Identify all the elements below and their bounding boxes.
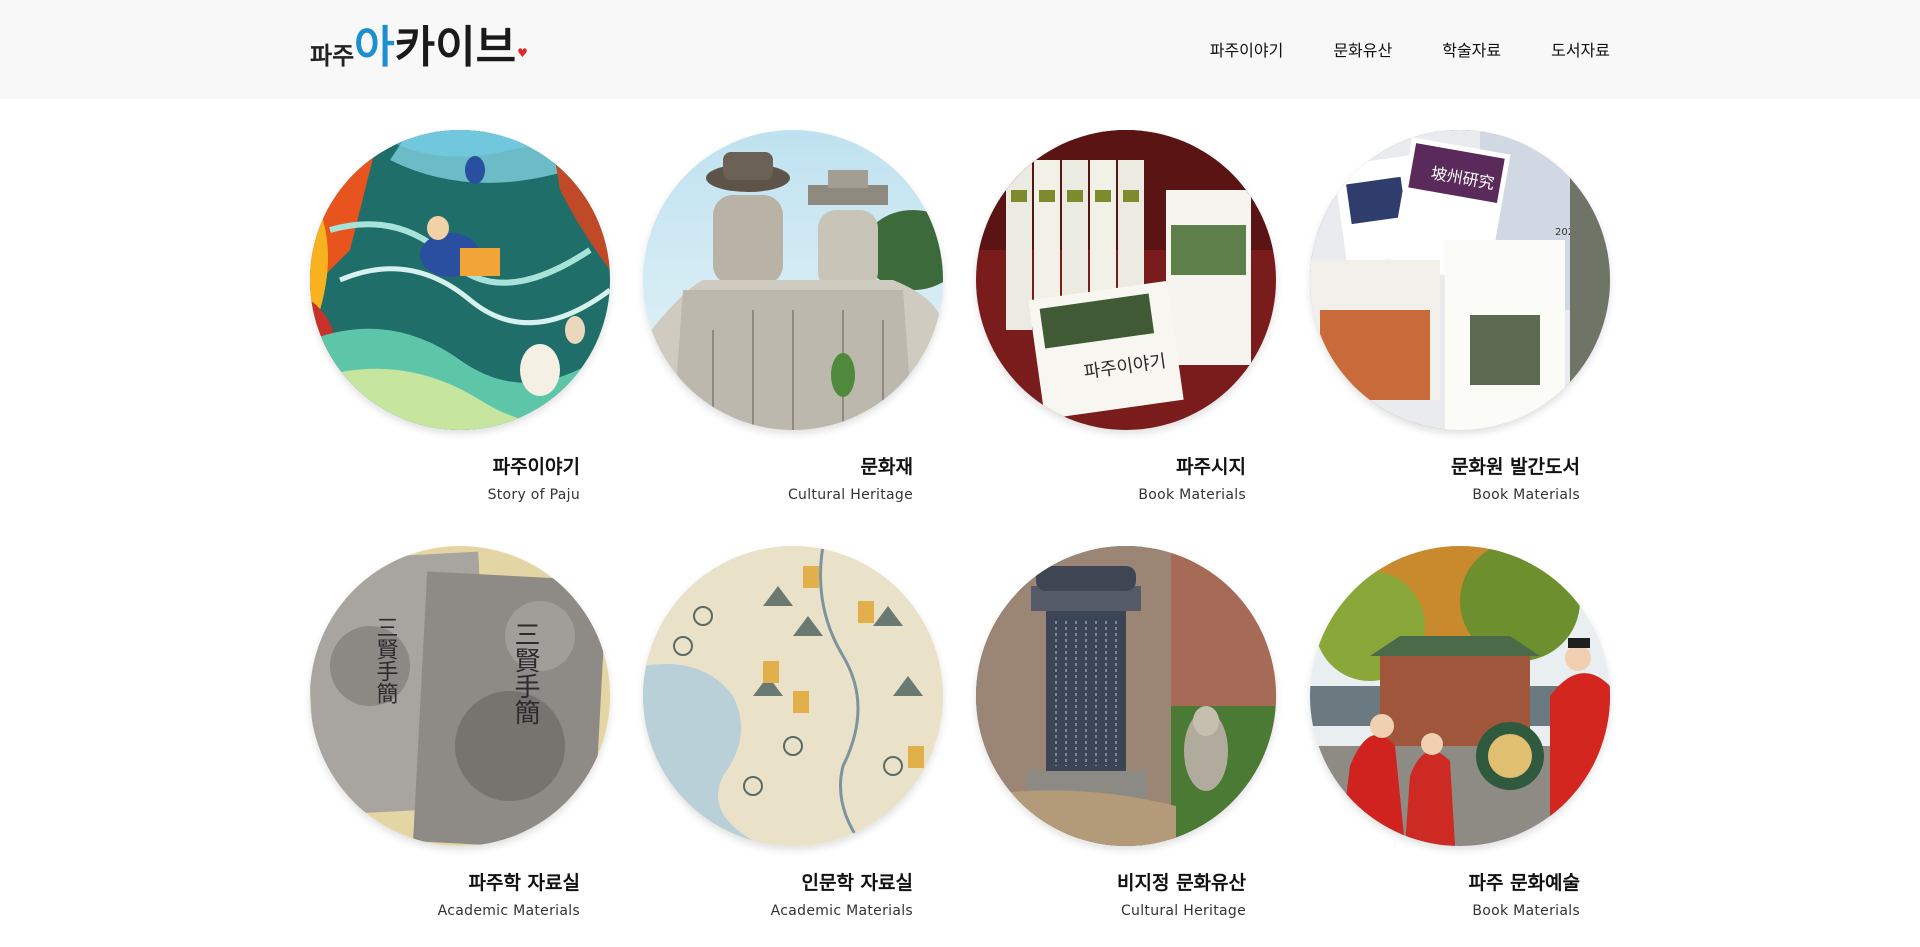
svg-text:三賢手簡: 三賢手簡 [373,616,399,704]
site-header: 파주 아 카이브 ♥ 파주이야기 문화유산 학술자료 도서자료 [0,0,1920,99]
card-subtitle: Academic Materials [437,903,580,919]
card-title[interactable]: 문화재 [861,452,913,479]
traditional-performance-image[interactable] [1310,546,1610,846]
card-title[interactable]: 파주 문화예술 [1469,868,1581,895]
card-cultural-heritage[interactable]: 문화재 Cultural Heritage [643,130,943,503]
card-subtitle: Cultural Heritage [787,487,913,503]
nav-item-paju-story[interactable]: 파주이야기 [1210,37,1284,61]
paju-story-painting-image[interactable] [310,130,610,430]
card-subtitle: Academic Materials [770,903,913,919]
card-subtitle: Story of Paju [487,487,580,503]
card-title[interactable]: 비지정 문화유산 [1117,868,1246,895]
paju-gazetteer-books-image[interactable]: 파주이야기 [976,130,1276,430]
card-subtitle: Book Materials [1472,487,1580,503]
card-pajuhak-archive[interactable]: 三賢手簡 三賢手簡 파주학 자료실 Academic Materials [310,546,610,919]
svg-text:三賢手簡: 三賢手簡 [510,621,540,725]
nav-item-book-materials[interactable]: 도서자료 [1551,37,1610,61]
card-title[interactable]: 문화원 발간도서 [1451,452,1580,479]
card-subtitle: Cultural Heritage [1120,903,1246,919]
nav-item-academic-materials[interactable]: 학술자료 [1442,37,1501,61]
card-undesignated-heritage[interactable]: 비지정 문화유산 Cultural Heritage [976,546,1276,919]
card-humanities-archive[interactable]: 인문학 자료실 Academic Materials [643,546,943,919]
card-title[interactable]: 파주이야기 [493,452,580,479]
card-title[interactable]: 파주학 자료실 [469,868,581,895]
card-paju-gazetteer[interactable]: 파주이야기 파주시지 Book Materials [976,130,1276,503]
old-map-image[interactable] [643,546,943,846]
publications-image[interactable]: 坡州研究 2022 [1310,130,1610,430]
main-nav: 파주이야기 문화유산 학술자료 도서자료 [1160,37,1610,61]
card-culture-arts[interactable]: 파주 문화예술 Book Materials [1310,546,1610,919]
heart-icon: ♥ [517,46,528,60]
card-publications[interactable]: 坡州研究 2022 문화원 발간도서 Book Materials [1310,130,1610,503]
card-subtitle: Book Materials [1138,487,1246,503]
stone-buddha-statues-image[interactable] [643,130,943,430]
site-logo[interactable]: 파주 아 카이브 ♥ [310,18,528,70]
card-title[interactable]: 인문학 자료실 [802,868,914,895]
old-manuscripts-image[interactable]: 三賢手簡 三賢手簡 [310,546,610,846]
stone-stele-image[interactable] [976,546,1276,846]
card-subtitle: Book Materials [1472,903,1580,919]
card-paju-story[interactable]: 파주이야기 Story of Paju [310,130,610,503]
nav-item-cultural-heritage[interactable]: 문화유산 [1333,37,1392,61]
card-title[interactable]: 파주시지 [1176,452,1246,479]
